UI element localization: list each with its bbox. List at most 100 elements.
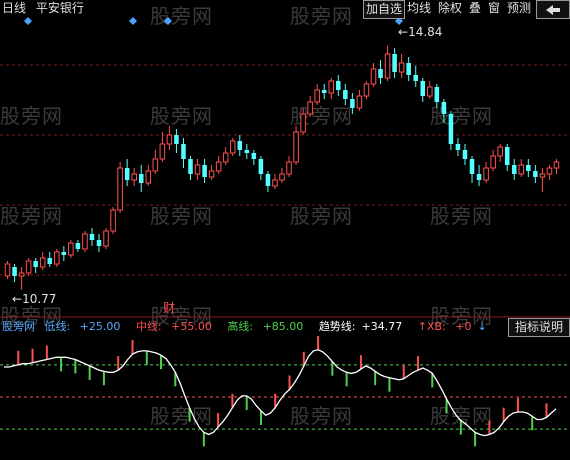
candle[interactable] xyxy=(47,252,53,267)
candle[interactable] xyxy=(82,231,88,252)
candle[interactable] xyxy=(279,168,285,183)
candle[interactable] xyxy=(159,132,166,162)
candle[interactable] xyxy=(356,90,363,111)
add-watchlist-button[interactable]: 加自选 xyxy=(363,0,406,19)
candle[interactable] xyxy=(328,78,335,99)
candle-body xyxy=(89,234,95,240)
candle[interactable] xyxy=(336,75,341,96)
candle[interactable] xyxy=(265,171,271,192)
candle[interactable] xyxy=(539,168,546,192)
candle-body xyxy=(47,258,53,264)
candle[interactable] xyxy=(526,159,531,177)
candle[interactable] xyxy=(434,84,440,108)
period-label[interactable]: 日线 xyxy=(2,1,26,15)
high-line-readout: 高线: +85.00 xyxy=(227,320,304,333)
candle[interactable] xyxy=(427,81,433,99)
candle[interactable] xyxy=(504,144,510,171)
candle[interactable] xyxy=(152,150,159,174)
candle[interactable] xyxy=(314,84,320,105)
candle[interactable] xyxy=(166,126,173,150)
candle[interactable] xyxy=(138,165,144,192)
candle[interactable] xyxy=(413,66,418,87)
candle[interactable] xyxy=(117,162,123,213)
candle[interactable] xyxy=(483,162,489,183)
candle[interactable] xyxy=(103,228,109,249)
candle[interactable] xyxy=(131,168,137,186)
candle[interactable] xyxy=(533,165,538,183)
candle[interactable] xyxy=(251,150,257,165)
candle[interactable] xyxy=(343,84,348,105)
candle[interactable] xyxy=(229,138,236,156)
ma-lines-button[interactable]: 均线 xyxy=(405,0,433,17)
candle[interactable] xyxy=(181,138,186,168)
candle[interactable] xyxy=(18,267,25,290)
price-chart[interactable] xyxy=(0,0,570,318)
candle-body xyxy=(307,101,313,115)
candle[interactable] xyxy=(307,96,313,117)
candle[interactable] xyxy=(363,81,370,99)
candle[interactable] xyxy=(398,54,405,78)
candle[interactable] xyxy=(110,207,116,234)
candle[interactable] xyxy=(511,159,517,180)
candle[interactable] xyxy=(96,234,102,252)
finance-event-marker[interactable]: 财 xyxy=(163,299,175,316)
candle[interactable] xyxy=(39,252,46,270)
event-diamond-icon[interactable] xyxy=(129,17,137,25)
candle[interactable] xyxy=(469,156,475,183)
candle[interactable] xyxy=(490,150,496,171)
candle[interactable] xyxy=(174,129,179,153)
candle-body xyxy=(188,159,193,174)
candle[interactable] xyxy=(293,126,299,165)
candle[interactable] xyxy=(222,147,229,165)
candle[interactable] xyxy=(392,48,397,78)
overlay-button[interactable]: 叠 xyxy=(467,0,483,17)
candle[interactable] xyxy=(33,258,38,273)
candle[interactable] xyxy=(54,249,60,267)
candle[interactable] xyxy=(553,159,560,174)
event-diamond-icon[interactable] xyxy=(24,17,32,25)
candle[interactable] xyxy=(215,156,222,174)
candle[interactable] xyxy=(194,159,201,180)
candle[interactable] xyxy=(124,159,130,186)
candle[interactable] xyxy=(286,156,292,177)
candle[interactable] xyxy=(441,99,447,123)
candle[interactable] xyxy=(4,261,11,279)
candle[interactable] xyxy=(272,174,278,189)
candle[interactable] xyxy=(455,138,461,156)
candle[interactable] xyxy=(25,258,32,276)
candle[interactable] xyxy=(237,135,243,156)
candle[interactable] xyxy=(476,165,482,186)
event-diamond-icon[interactable] xyxy=(164,17,172,25)
indicator-chart[interactable] xyxy=(0,318,570,460)
candle[interactable] xyxy=(145,165,152,186)
candle[interactable] xyxy=(462,144,468,165)
candle[interactable] xyxy=(497,144,503,162)
candle[interactable] xyxy=(448,111,454,150)
candle[interactable] xyxy=(208,165,215,180)
candle[interactable] xyxy=(188,156,193,180)
candle[interactable] xyxy=(244,144,250,159)
candle[interactable] xyxy=(202,159,207,183)
candle[interactable] xyxy=(406,57,411,81)
candle[interactable] xyxy=(518,159,525,177)
candle[interactable] xyxy=(420,78,426,102)
candle[interactable] xyxy=(89,228,95,246)
candle[interactable] xyxy=(75,240,81,252)
indicator-help-button[interactable]: 指标说明 xyxy=(507,318,570,337)
candle[interactable] xyxy=(68,240,74,258)
candle[interactable] xyxy=(321,84,327,99)
candle[interactable] xyxy=(370,63,377,87)
candle[interactable] xyxy=(384,45,391,81)
forecast-button[interactable]: 预测 xyxy=(505,0,533,17)
candle[interactable] xyxy=(258,156,264,180)
candle[interactable] xyxy=(546,165,553,180)
candle[interactable] xyxy=(61,246,67,261)
candle[interactable] xyxy=(300,108,306,135)
window-button[interactable]: 窗 xyxy=(486,0,502,17)
candle[interactable] xyxy=(378,60,383,84)
candle[interactable] xyxy=(350,93,355,114)
candle[interactable] xyxy=(12,264,17,282)
adjust-button[interactable]: 除权 xyxy=(436,0,464,17)
back-arrow-icon[interactable] xyxy=(536,0,570,19)
candle-body xyxy=(251,153,257,159)
